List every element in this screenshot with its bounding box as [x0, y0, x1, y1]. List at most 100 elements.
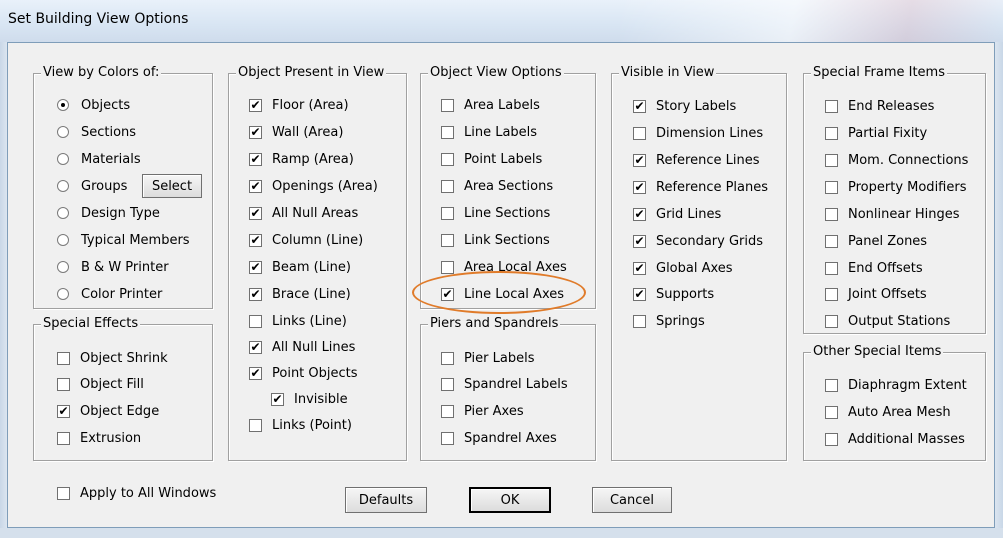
- checkbox-invisible[interactable]: ✔ Invisible: [271, 390, 348, 408]
- checkbox[interactable]: [57, 351, 70, 365]
- checkbox[interactable]: [633, 314, 646, 328]
- checkbox[interactable]: ✔: [249, 98, 262, 112]
- checkbox[interactable]: [441, 260, 454, 274]
- radio-design-type[interactable]: Design Type: [57, 204, 160, 222]
- checkbox-openings-area[interactable]: ✔ Openings (Area): [249, 177, 378, 195]
- checkbox[interactable]: ✔: [633, 99, 646, 113]
- checkbox[interactable]: ✔: [249, 287, 262, 301]
- checkbox[interactable]: [633, 126, 646, 140]
- checkbox[interactable]: [57, 486, 70, 500]
- ok-button[interactable]: OK: [469, 487, 551, 513]
- checkbox[interactable]: ✔: [249, 152, 262, 166]
- checkbox-partial-fixity[interactable]: Partial Fixity: [825, 124, 927, 142]
- checkbox[interactable]: [441, 125, 454, 139]
- checkbox-area-local-axes[interactable]: Area Local Axes: [441, 258, 567, 276]
- checkbox[interactable]: [825, 207, 838, 221]
- checkbox[interactable]: ✔: [633, 287, 646, 301]
- radio-typical-members[interactable]: Typical Members: [57, 231, 190, 249]
- checkbox-point-objects[interactable]: ✔ Point Objects: [249, 364, 358, 382]
- checkbox[interactable]: [441, 431, 454, 445]
- radio-button[interactable]: [57, 126, 69, 138]
- radio-button[interactable]: [57, 261, 69, 273]
- radio-materials[interactable]: Materials: [57, 150, 141, 168]
- checkbox[interactable]: [825, 261, 838, 275]
- checkbox-link-sections[interactable]: Link Sections: [441, 231, 550, 249]
- checkbox[interactable]: [441, 233, 454, 247]
- checkbox-story-labels[interactable]: ✔ Story Labels: [633, 97, 736, 115]
- checkbox-brace-line[interactable]: ✔ Brace (Line): [249, 285, 351, 303]
- checkbox-line-labels[interactable]: Line Labels: [441, 123, 537, 141]
- checkbox[interactable]: ✔: [249, 206, 262, 220]
- checkbox[interactable]: [825, 314, 838, 328]
- checkbox[interactable]: [441, 98, 454, 112]
- checkbox[interactable]: ✔: [633, 261, 646, 275]
- checkbox[interactable]: [249, 418, 262, 432]
- checkbox-springs[interactable]: Springs: [633, 312, 705, 330]
- checkbox-dimension-lines[interactable]: Dimension Lines: [633, 124, 763, 142]
- cancel-button[interactable]: Cancel: [592, 487, 672, 513]
- checkbox[interactable]: ✔: [249, 179, 262, 193]
- checkbox-area-labels[interactable]: Area Labels: [441, 96, 540, 114]
- checkbox-point-labels[interactable]: Point Labels: [441, 150, 542, 168]
- checkbox-floor-area[interactable]: ✔ Floor (Area): [249, 96, 349, 114]
- checkbox-ramp-area[interactable]: ✔ Ramp (Area): [249, 150, 354, 168]
- radio-sections[interactable]: Sections: [57, 123, 136, 141]
- checkbox-all-null-areas[interactable]: ✔ All Null Areas: [249, 204, 358, 222]
- checkbox[interactable]: ✔: [633, 234, 646, 248]
- checkbox-object-shrink[interactable]: Object Shrink: [57, 349, 168, 367]
- checkbox-end-offsets[interactable]: End Offsets: [825, 259, 923, 277]
- checkbox[interactable]: ✔: [249, 233, 262, 247]
- checkbox[interactable]: [441, 377, 454, 391]
- checkbox[interactable]: [57, 431, 70, 445]
- checkbox-grid-lines[interactable]: ✔ Grid Lines: [633, 205, 721, 223]
- checkbox[interactable]: ✔: [249, 340, 262, 354]
- checkbox-joint-offsets[interactable]: Joint Offsets: [825, 285, 927, 303]
- radio-objects[interactable]: Objects: [57, 96, 130, 114]
- checkbox[interactable]: ✔: [633, 153, 646, 167]
- checkbox[interactable]: ✔: [57, 404, 70, 418]
- checkbox-pier-axes[interactable]: Pier Axes: [441, 402, 524, 420]
- checkbox[interactable]: [57, 377, 70, 391]
- checkbox-apply-all-windows[interactable]: Apply to All Windows: [57, 484, 216, 502]
- checkbox-column-line[interactable]: ✔ Column (Line): [249, 231, 363, 249]
- defaults-button[interactable]: Defaults: [345, 487, 427, 513]
- checkbox-line-sections[interactable]: Line Sections: [441, 204, 550, 222]
- checkbox-output-stations[interactable]: Output Stations: [825, 312, 950, 330]
- checkbox-links-point[interactable]: Links (Point): [249, 416, 352, 434]
- checkbox[interactable]: [825, 432, 838, 446]
- checkbox-wall-area[interactable]: ✔ Wall (Area): [249, 123, 343, 141]
- checkbox[interactable]: [441, 206, 454, 220]
- radio-button[interactable]: [57, 99, 69, 111]
- checkbox-diaphragm-extent[interactable]: Diaphragm Extent: [825, 376, 967, 394]
- checkbox[interactable]: ✔: [633, 180, 646, 194]
- checkbox[interactable]: [825, 378, 838, 392]
- checkbox[interactable]: ✔: [249, 260, 262, 274]
- radio-color-printer[interactable]: Color Printer: [57, 285, 162, 303]
- checkbox[interactable]: ✔: [633, 207, 646, 221]
- checkbox-spandrel-axes[interactable]: Spandrel Axes: [441, 429, 557, 447]
- checkbox-additional-masses[interactable]: Additional Masses: [825, 430, 965, 448]
- checkbox-nonlinear-hinges[interactable]: Nonlinear Hinges: [825, 205, 959, 223]
- checkbox[interactable]: [825, 287, 838, 301]
- radio-button[interactable]: [57, 153, 69, 165]
- checkbox[interactable]: [441, 152, 454, 166]
- checkbox[interactable]: ✔: [441, 287, 454, 301]
- checkbox[interactable]: [825, 234, 838, 248]
- checkbox[interactable]: [825, 126, 838, 140]
- checkbox-object-fill[interactable]: Object Fill: [57, 375, 144, 393]
- radio-button[interactable]: [57, 288, 69, 300]
- checkbox-line-local-axes[interactable]: ✔ Line Local Axes: [441, 285, 564, 303]
- checkbox-area-sections[interactable]: Area Sections: [441, 177, 553, 195]
- radio-groups[interactable]: Groups: [57, 177, 127, 195]
- radio-button[interactable]: [57, 234, 69, 246]
- checkbox-supports[interactable]: ✔ Supports: [633, 285, 714, 303]
- checkbox[interactable]: [825, 405, 838, 419]
- checkbox-pier-labels[interactable]: Pier Labels: [441, 349, 534, 367]
- radio-button[interactable]: [57, 180, 69, 192]
- checkbox[interactable]: [249, 314, 262, 328]
- checkbox[interactable]: [825, 153, 838, 167]
- checkbox-mom-connections[interactable]: Mom. Connections: [825, 151, 968, 169]
- checkbox[interactable]: [441, 179, 454, 193]
- checkbox-reference-planes[interactable]: ✔ Reference Planes: [633, 178, 768, 196]
- checkbox-extrusion[interactable]: Extrusion: [57, 429, 141, 447]
